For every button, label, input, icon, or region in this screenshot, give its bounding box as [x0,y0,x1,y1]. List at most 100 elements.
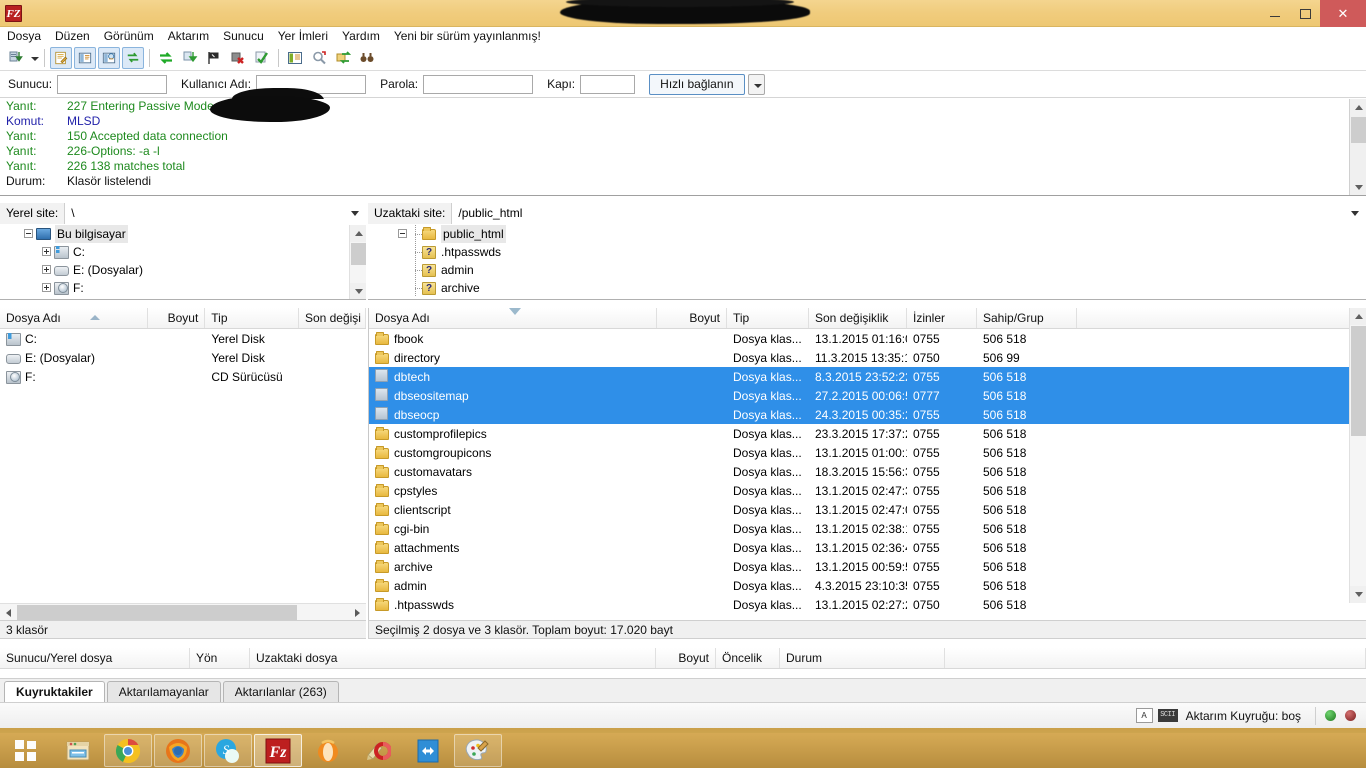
taskbar-explorer[interactable] [54,734,102,767]
tree-item-e-drive[interactable]: E: (Dosyalar) [0,261,366,279]
tree-expander[interactable] [40,279,54,297]
tree-item-admin[interactable]: ? admin [368,261,1366,279]
chevron-down-icon[interactable] [1351,210,1359,216]
refresh-icon[interactable] [155,47,177,69]
column-header-type[interactable]: Tip [727,308,809,328]
host-input[interactable] [57,74,168,94]
scroll-up-arrow[interactable] [350,225,366,242]
search-icon[interactable] [356,47,378,69]
table-row[interactable]: F: CD Sürücüsü [0,367,366,386]
site-manager-icon[interactable] [5,47,27,69]
hscroll-thumb[interactable] [17,604,297,620]
table-row[interactable]: E: (Dosyalar) Yerel Disk [0,348,366,367]
scroll-up-arrow[interactable] [1350,308,1366,325]
start-button[interactable] [0,734,52,767]
process-queue-icon[interactable] [179,47,201,69]
close-button[interactable]: ✕ [1320,0,1366,27]
scroll-thumb[interactable] [1351,326,1366,436]
local-tree-scrollbar[interactable] [349,225,366,299]
column-header-type[interactable]: Tip [205,308,299,328]
table-row[interactable]: customprofilepics Dosya klas... 23.3.2015 … [369,424,1366,443]
local-file-list[interactable]: Dosya Adı Boyut Tip Son değişi C: Yerel … [0,308,366,620]
column-header-size[interactable]: Boyut [656,648,716,668]
table-row[interactable]: dbseositemap Dosya klas... 27.2.2015 00:06… [369,386,1366,405]
table-row[interactable]: dbtech Dosya klas... 8.3.2015 23:52:22 0755… [369,367,1366,386]
message-log-panel[interactable]: Yanıt: 227 Entering Passive Mode ( Komut… [0,99,1366,196]
toggle-local-tree-icon[interactable] [74,46,96,69]
table-row[interactable]: customgroupicons Dosya klas... 13.1.2015 0… [369,443,1366,462]
menu-gorunum[interactable]: Görünüm [97,27,161,45]
column-header-local-file[interactable]: Sunucu/Yerel dosya [0,648,190,668]
find-files-icon[interactable] [308,47,330,69]
taskbar-opera[interactable] [304,734,352,767]
tab-queued-files[interactable]: Kuyruktakiler [4,681,105,702]
tree-expander[interactable] [396,225,410,243]
toggle-message-log-icon[interactable] [50,46,72,69]
column-header-size[interactable]: Boyut [148,308,206,328]
password-input[interactable] [423,74,534,94]
remote-directory-tree[interactable]: public_html ? .htpasswds ? admin ? archi… [368,225,1366,300]
menu-dosya[interactable]: Dosya [0,27,48,45]
toggle-filters-icon[interactable] [203,47,225,69]
log-scroll-up-arrow[interactable] [1350,99,1366,116]
menu-aktarim[interactable]: Aktarım [161,27,216,45]
column-header-permissions[interactable]: İzinler [907,308,977,328]
local-site-combo[interactable]: \ [65,202,366,224]
table-row[interactable]: admin Dosya klas... 4.3.2015 23:10:35 0755 5… [369,576,1366,595]
column-header-priority[interactable]: Öncelik [716,648,780,668]
taskbar-filezilla[interactable]: Fz [254,734,302,767]
menu-yardim[interactable]: Yardım [335,27,387,45]
minimize-button[interactable] [1260,0,1290,27]
scroll-down-arrow[interactable] [1350,586,1366,603]
local-directory-tree[interactable]: Bu bilgisayar C: E: (Dosyalar) F: [0,225,366,300]
log-scroll-down-arrow[interactable] [1350,179,1366,195]
scroll-down-arrow[interactable] [350,283,366,299]
table-row[interactable]: archive Dosya klas... 13.1.2015 00:59:58 07… [369,557,1366,576]
synchronized-browsing-icon[interactable] [332,47,354,69]
port-input[interactable] [580,74,636,94]
tree-item-f-drive[interactable]: F: [0,279,366,297]
column-header-remote-file[interactable]: Uzaktaki dosya [250,648,656,668]
tree-item-public-html[interactable]: public_html [368,225,1366,243]
tree-item-htpasswds[interactable]: ? .htpasswds [368,243,1366,261]
taskbar-ccleaner[interactable] [354,734,402,767]
table-row[interactable]: C: Yerel Disk [0,329,366,348]
menu-duzen[interactable]: Düzen [48,27,97,45]
tree-expander[interactable] [22,225,36,243]
directory-listing-icon[interactable] [284,47,306,69]
column-header-owner[interactable]: Sahip/Grup [977,308,1077,328]
taskbar-firefox[interactable] [154,734,202,767]
tree-item-archive[interactable]: ? archive [368,279,1366,297]
compare-directories-icon[interactable] [251,47,273,69]
column-header-direction[interactable]: Yön [190,648,250,668]
scroll-left-arrow[interactable] [0,604,17,621]
log-scrollbar[interactable] [1349,99,1366,195]
table-row[interactable]: .htpasswds Dosya klas... 13.1.2015 02:27:2… [369,595,1366,614]
transfer-queue-body[interactable] [0,669,1366,678]
tree-expander[interactable] [40,243,54,261]
maximize-button[interactable] [1290,0,1320,27]
tree-expander[interactable] [40,261,54,279]
taskbar-teamviewer[interactable] [404,734,452,767]
title-bar[interactable]: FZ ✕ [0,0,1366,27]
table-row[interactable]: fbook Dosya klas... 13.1.2015 01:16:04 0755… [369,329,1366,348]
table-row[interactable]: cgi-bin Dosya klas... 13.1.2015 02:38:11 07… [369,519,1366,538]
column-header-modified[interactable]: Son değişiklik [809,308,907,328]
log-scroll-thumb[interactable] [1351,117,1366,143]
toggle-remote-tree-icon[interactable] [98,46,120,69]
taskbar-chrome[interactable] [104,734,152,767]
toggle-transfer-queue-icon[interactable] [122,46,144,69]
tree-item-c-drive[interactable]: C: [0,243,366,261]
column-header-size[interactable]: Boyut [657,308,727,328]
local-list-hscrollbar[interactable] [0,603,366,620]
quick-connect-history-caret[interactable] [747,73,765,95]
table-row[interactable]: cpstyles Dosya klas... 13.1.2015 02:47:34 0… [369,481,1366,500]
scroll-right-arrow[interactable] [349,604,366,621]
tab-successful-transfers[interactable]: Aktarılanlar (263) [222,681,339,702]
remote-list-scrollbar[interactable] [1349,308,1366,603]
remote-file-list[interactable]: Dosya Adı Boyut Tip Son değişiklik İzinl… [368,308,1366,620]
menu-new-version-nag[interactable]: Yeni bir sürüm yayınlanmış! [387,27,548,45]
table-row[interactable]: directory Dosya klas... 11.3.2015 13:35:15… [369,348,1366,367]
tab-failed-transfers[interactable]: Aktarılamayanlar [106,681,221,702]
site-manager-dropdown-caret[interactable] [28,47,40,69]
